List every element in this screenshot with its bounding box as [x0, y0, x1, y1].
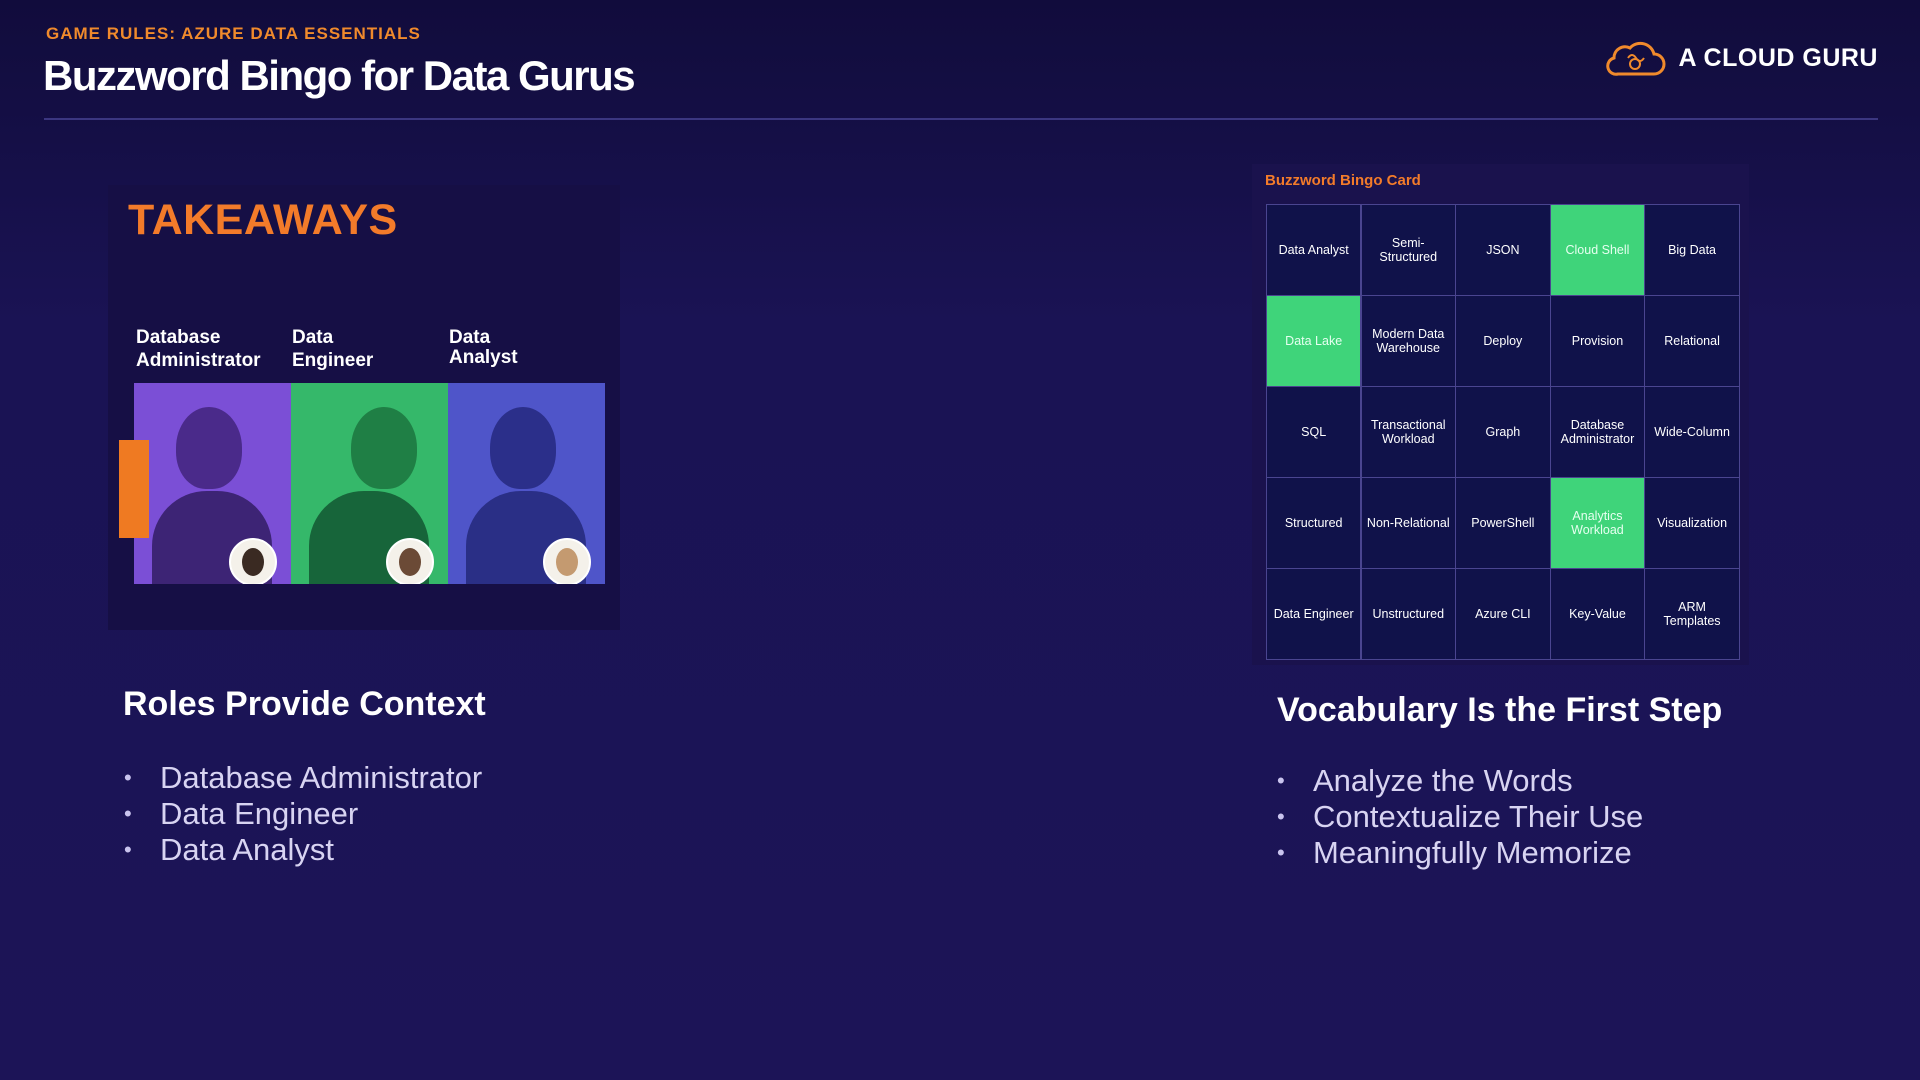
bingo-cell: Unstructured	[1360, 568, 1456, 660]
bingo-cell: Visualization	[1644, 477, 1740, 569]
bullet-dot-icon: •	[124, 837, 132, 862]
bingo-cell: Data Lake	[1266, 295, 1362, 387]
bingo-cell: Cloud Shell	[1549, 204, 1646, 296]
photo-data-analyst	[448, 383, 605, 584]
bingo-cell: Deploy	[1455, 295, 1551, 387]
bingo-cell: PowerShell	[1455, 477, 1551, 569]
vocabulary-bullet-list: • Analyze the Words • Contextualize Their …	[1277, 763, 1643, 871]
list-item: • Data Engineer	[124, 796, 359, 831]
bingo-cell: SQL	[1266, 386, 1362, 478]
bingo-cell: Semi- Structured	[1360, 204, 1456, 296]
bingo-cell: ARM Templates	[1644, 568, 1740, 660]
roles-bullet-list: • Database Administrator • Data Engineer •…	[124, 760, 482, 868]
bingo-cell: Database Administrator	[1549, 386, 1646, 478]
role-label-dba: Database Administrator	[136, 327, 261, 371]
bingo-cell: Data Analyst	[1266, 204, 1362, 296]
bingo-cell: Structured	[1266, 477, 1362, 569]
bingo-cell: Provision	[1549, 295, 1646, 387]
bingo-cell: Analytics Workload	[1549, 477, 1646, 569]
cloud-brain-icon	[1606, 41, 1666, 76]
bingo-cell: Transactional Workload	[1360, 386, 1456, 478]
bullet-dot-icon: •	[124, 765, 132, 790]
brand: A CLOUD GURU	[1604, 38, 1878, 78]
roles-section-title: Roles Provide Context	[123, 685, 486, 723]
page-title: Buzzword Bingo for Data Gurus	[43, 52, 636, 99]
bullet-dot-icon: •	[124, 801, 132, 826]
list-item: • Meaningfully Memorize	[1277, 835, 1632, 870]
bingo-cell: Relational	[1644, 295, 1740, 387]
avatar	[229, 538, 277, 584]
photo-database-administrator	[134, 383, 291, 584]
role-label-engineer: Data Engineer	[292, 327, 374, 371]
bingo-card-title: Buzzword Bingo Card	[1265, 172, 1421, 189]
avatar	[386, 538, 434, 584]
role-label-analyst: Data Analyst	[449, 327, 518, 368]
photo-data-engineer	[291, 383, 448, 584]
header-divider	[44, 118, 1878, 120]
eyebrow: GAME RULES: AZURE DATA ESSENTIALS	[46, 24, 421, 43]
bingo-cell: Azure CLI	[1455, 568, 1551, 660]
brand-name: A CLOUD GURU	[1678, 43, 1878, 72]
bingo-cell: Data Engineer	[1266, 568, 1362, 660]
bingo-cell: Big Data	[1644, 204, 1740, 296]
orange-accent-bar	[119, 440, 149, 538]
bingo-cell: Wide-Column	[1644, 386, 1740, 478]
list-item: • Database Administrator	[124, 760, 483, 795]
bullet-dot-icon: •	[1277, 804, 1285, 829]
list-item: • Data Analyst	[124, 832, 335, 867]
bingo-cell: Non-Relational	[1360, 477, 1456, 569]
bullet-dot-icon: •	[1277, 768, 1285, 793]
role-photos	[134, 383, 605, 584]
list-item: • Analyze the Words	[1277, 763, 1573, 798]
bingo-cell: Key-Value	[1549, 568, 1646, 660]
vocabulary-section-title: Vocabulary Is the First Step	[1277, 691, 1723, 729]
avatar	[543, 538, 591, 584]
takeaways-title: TAKEAWAYS	[128, 196, 398, 244]
bullet-dot-icon: •	[1277, 840, 1285, 865]
bingo-cell: Graph	[1455, 386, 1551, 478]
bingo-cell: Modern Data Warehouse	[1360, 295, 1456, 387]
bingo-grid: Data Analyst Semi- Structured JSON Cloud Sh…	[1266, 204, 1740, 660]
bingo-cell: JSON	[1455, 204, 1551, 296]
list-item: • Contextualize Their Use	[1277, 799, 1644, 834]
